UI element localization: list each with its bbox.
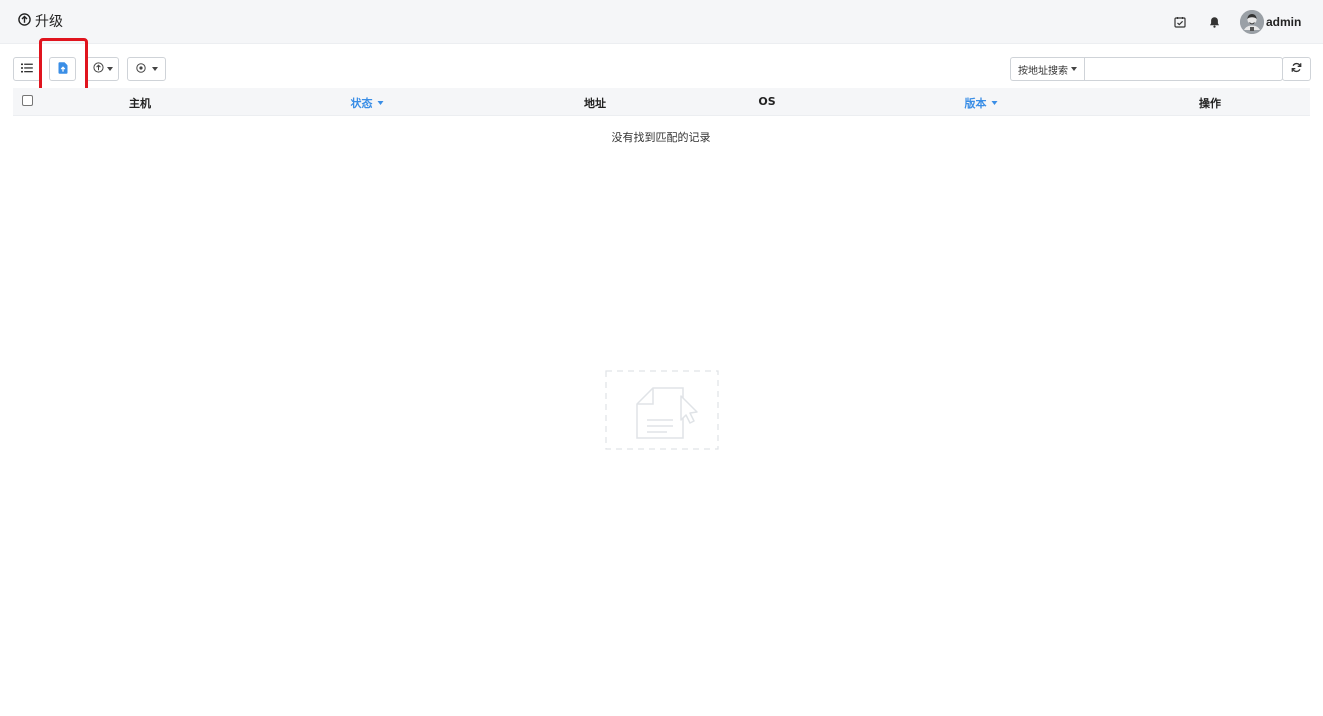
column-label: 版本	[964, 97, 987, 110]
column-header-actions[interactable]: 操作	[1199, 95, 1221, 111]
upgrade-dropdown-button[interactable]	[86, 57, 119, 81]
search-input[interactable]	[1084, 57, 1283, 81]
chevron-down-icon	[151, 67, 158, 71]
bell-icon[interactable]	[1206, 14, 1222, 30]
status-filter-dropdown-button[interactable]	[127, 57, 166, 81]
column-header-address[interactable]: 地址	[584, 95, 606, 111]
list-icon	[21, 63, 33, 76]
column-label: 操作	[1199, 97, 1221, 110]
chevron-down-icon	[1071, 67, 1077, 71]
calendar-check-icon[interactable]	[1172, 14, 1188, 30]
page-title-text: 升级	[35, 14, 63, 30]
refresh-icon	[1291, 62, 1302, 76]
chevron-down-icon	[377, 101, 384, 105]
page-title: 升级	[18, 11, 63, 31]
table-header: 主机 状态 地址 OS 版本 操作	[13, 88, 1310, 116]
select-all-checkbox[interactable]	[22, 95, 33, 106]
arrow-up-circle-icon	[92, 62, 104, 76]
empty-state-illustration	[605, 370, 719, 453]
avatar	[1240, 10, 1264, 34]
username: admin	[1266, 15, 1302, 29]
list-view-button[interactable]	[13, 57, 41, 81]
column-header-host[interactable]: 主机	[129, 95, 151, 111]
dot-circle-icon	[135, 62, 146, 76]
user-menu[interactable]: admin	[1240, 10, 1301, 34]
column-label: 主机	[129, 97, 151, 110]
column-label: OS	[758, 95, 776, 108]
chevron-down-icon	[991, 101, 998, 105]
arrow-up-circle-icon	[18, 12, 35, 30]
search-group: 按地址搜索	[1010, 57, 1283, 81]
column-header-os[interactable]: OS	[758, 95, 775, 108]
column-header-version[interactable]: 版本	[965, 95, 998, 111]
column-label: 地址	[584, 97, 606, 110]
refresh-button[interactable]	[1282, 57, 1311, 81]
search-field-label: 按地址搜索	[1018, 65, 1068, 77]
column-label: 状态	[350, 97, 373, 110]
chevron-down-icon	[106, 67, 113, 71]
empty-table-message: 没有找到匹配的记录	[611, 131, 711, 144]
search-field-dropdown[interactable]: 按地址搜索	[1010, 57, 1084, 81]
top-bar: 升级 admin	[0, 0, 1323, 44]
column-header-status[interactable]: 状态	[351, 95, 384, 111]
